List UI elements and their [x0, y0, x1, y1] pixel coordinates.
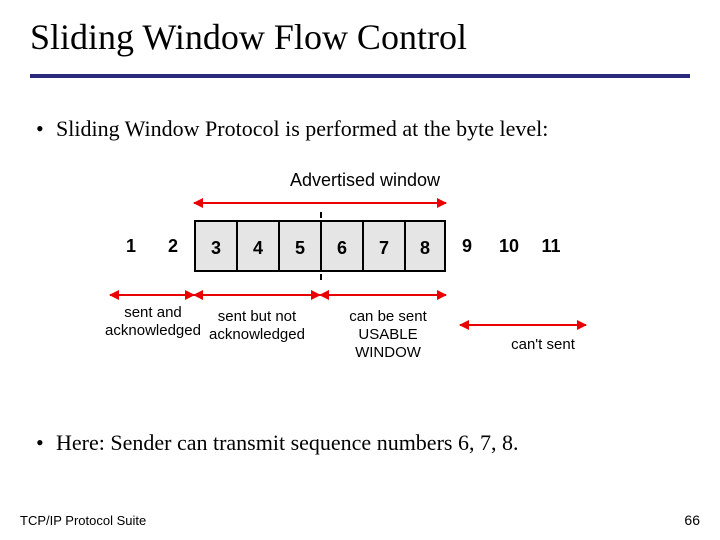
advertised-window-arrow	[194, 202, 446, 204]
seq-cell: 5	[278, 220, 320, 272]
seq-cell: 9	[446, 220, 488, 272]
page-title: Sliding Window Flow Control	[30, 16, 467, 58]
seq-cell: 10	[488, 220, 530, 272]
seq-cell: 3	[194, 220, 236, 272]
bullet-1: Sliding Window Protocol is performed at …	[56, 116, 548, 142]
page-number: 66	[684, 512, 700, 528]
bullet-2: Here: Sender can transmit sequence numbe…	[56, 430, 518, 456]
seq-cell: 1	[110, 220, 152, 272]
sent-not-ack-arrow	[194, 294, 320, 296]
sent-ack-arrow	[110, 294, 194, 296]
footer-title: TCP/IP Protocol Suite	[20, 513, 146, 528]
usable-window-label: can be sent USABLE WINDOW	[320, 308, 456, 362]
seq-cell: 11	[530, 220, 572, 272]
seq-cell: 7	[362, 220, 404, 272]
seq-cell: 2	[152, 220, 194, 272]
cant-send-label: can't sent	[480, 336, 606, 354]
usable-window-arrow	[320, 294, 446, 296]
sliding-window-diagram: Advertised window 1 2 3 4 5 6 7 8 9 10 1…	[60, 170, 670, 410]
advertised-window-label: Advertised window	[60, 170, 670, 191]
cant-send-arrow	[460, 324, 586, 326]
seq-cell: 6	[320, 220, 362, 272]
title-underline	[30, 74, 690, 78]
sent-not-ack-label: sent but not acknowledged	[194, 308, 320, 344]
seq-cell: 4	[236, 220, 278, 272]
seq-cell: 8	[404, 220, 446, 272]
sent-pointer-divider	[320, 212, 322, 280]
